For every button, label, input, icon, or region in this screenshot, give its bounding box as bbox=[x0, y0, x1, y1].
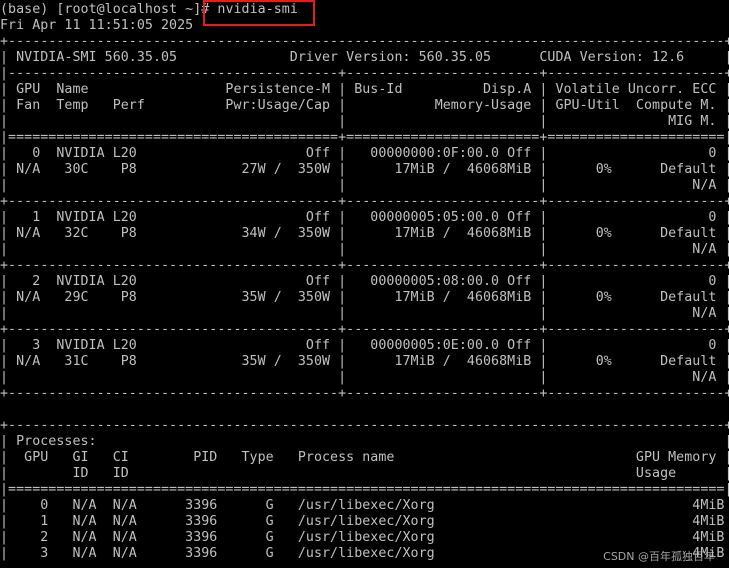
smi-output-line: | 1 N/A N/A 3396 G /usr/libexec/Xorg 4Mi… bbox=[0, 514, 729, 529]
smi-output-line: |=======================================… bbox=[0, 130, 729, 145]
smi-output-line: +---------------------------------------… bbox=[0, 34, 729, 49]
smi-output-line: | | | N/A | bbox=[0, 306, 729, 321]
smi-output-line: +---------------------------------------… bbox=[0, 322, 729, 337]
smi-output-line: | | | N/A | bbox=[0, 370, 729, 385]
smi-output-line: | NVIDIA-SMI 560.35.05 Driver Version: 5… bbox=[0, 50, 729, 65]
conda-env: (base) bbox=[0, 2, 49, 17]
smi-output-line: +---------------------------------------… bbox=[0, 386, 729, 401]
smi-output-line: +---------------------------------------… bbox=[0, 194, 729, 209]
smi-output-line: | N/A 31C P8 35W / 350W | 17MiB / 46068M… bbox=[0, 354, 729, 369]
smi-output-line: | ID ID Usage | bbox=[0, 466, 729, 481]
smi-output-line: +---------------------------------------… bbox=[0, 258, 729, 273]
smi-output-line: | GPU Name Persistence-M | Bus-Id Disp.A… bbox=[0, 82, 729, 97]
user-host: [root@localhost ~]# bbox=[56, 2, 210, 17]
smi-output-line: | GPU GI CI PID Type Process name GPU Me… bbox=[0, 450, 729, 465]
smi-output-line: | | | N/A | bbox=[0, 178, 729, 193]
typed-command: nvidia-smi bbox=[217, 2, 298, 17]
smi-output-line: | 2 N/A N/A 3396 G /usr/libexec/Xorg 4Mi… bbox=[0, 530, 729, 545]
smi-output-line: | 0 N/A N/A 3396 G /usr/libexec/Xorg 4Mi… bbox=[0, 498, 729, 513]
smi-output-line: | | | N/A | bbox=[0, 242, 729, 257]
smi-output-line: | 2 NVIDIA L20 Off | 00000005:08:00.0 Of… bbox=[0, 274, 729, 289]
date-line: Fri Apr 11 11:51:05 2025 bbox=[0, 18, 194, 33]
smi-output-line: |=======================================… bbox=[0, 482, 729, 497]
smi-output-line: | Fan Temp Perf Pwr:Usage/Cap | Memory-U… bbox=[0, 98, 729, 113]
smi-output-line: | N/A 30C P8 27W / 350W | 17MiB / 46068M… bbox=[0, 162, 729, 177]
smi-output-line: | Processes: | bbox=[0, 434, 729, 449]
smi-output-line: | 3 NVIDIA L20 Off | 00000005:0E:00.0 Of… bbox=[0, 338, 729, 353]
smi-output-line: | N/A 29C P8 35W / 350W | 17MiB / 46068M… bbox=[0, 290, 729, 305]
smi-output-line: | 1 NVIDIA L20 Off | 00000005:05:00.0 Of… bbox=[0, 210, 729, 225]
smi-output-line: | 0 NVIDIA L20 Off | 00000000:0F:00.0 Of… bbox=[0, 146, 729, 161]
smi-output-line: |---------------------------------------… bbox=[0, 66, 729, 81]
smi-output-line: +---------------------------------------… bbox=[0, 418, 729, 433]
terminal-window[interactable]: (base) [root@localhost ~]# nvidia-smi Fr… bbox=[0, 0, 729, 568]
prompt-line: (base) [root@localhost ~]# nvidia-smi bbox=[0, 2, 298, 18]
smi-output-line: | | | MIG M. | bbox=[0, 114, 729, 129]
csdn-watermark: CSDN @百年孤独百年 bbox=[603, 550, 715, 563]
smi-output-line: | N/A 32C P8 34W / 350W | 17MiB / 46068M… bbox=[0, 226, 729, 241]
